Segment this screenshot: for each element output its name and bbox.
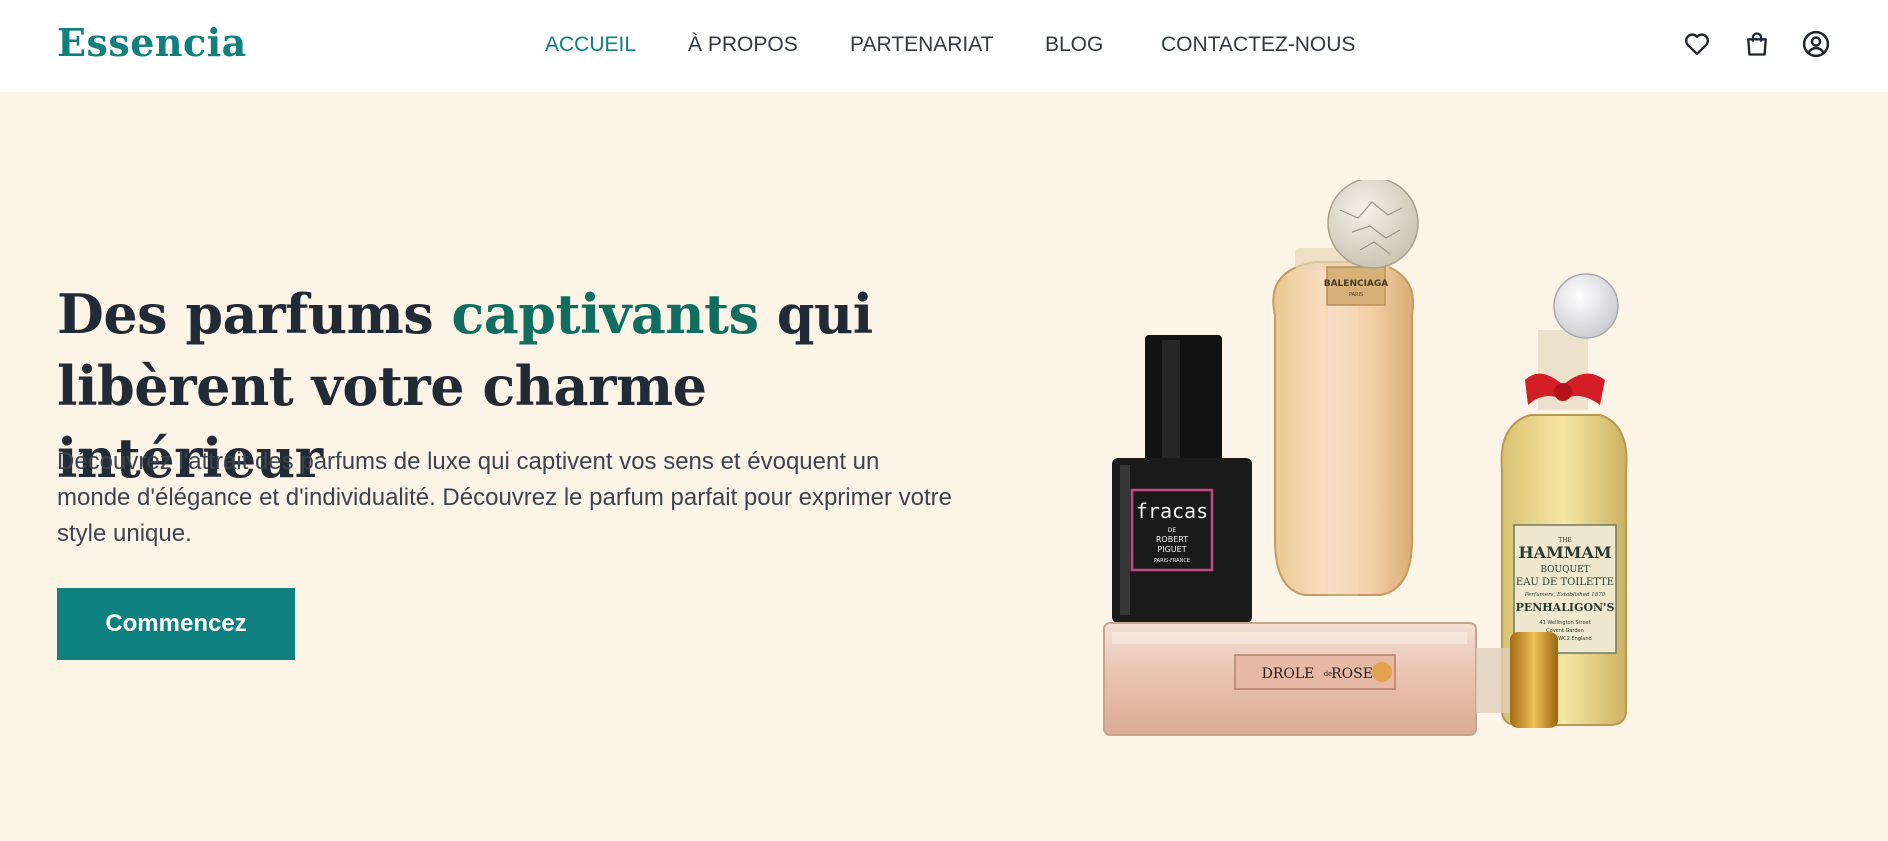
svg-text:PARIS: PARIS xyxy=(1349,292,1363,298)
svg-text:DE: DE xyxy=(1168,527,1177,534)
perfume-bottles-image: BALENCIAGA PARIS fracas DE ROBERT PIGUET… xyxy=(1103,180,1628,736)
svg-text:PARIS-FRANCE: PARIS-FRANCE xyxy=(1154,558,1190,564)
wishlist-button[interactable] xyxy=(1681,28,1713,60)
headline-accent: captivants xyxy=(451,282,759,346)
fracas-bottle: fracas DE ROBERT PIGUET PARIS-FRANCE xyxy=(1112,335,1252,623)
cart-button[interactable] xyxy=(1741,28,1773,60)
get-started-button[interactable]: Commencez xyxy=(57,588,295,660)
svg-text:ROSE: ROSE xyxy=(1331,666,1373,682)
svg-text:PIGUET: PIGUET xyxy=(1157,545,1186,554)
site-header: Essencia ACCUEIL À PROPOS PARTENARIAT BL… xyxy=(0,0,1888,92)
balenciaga-bottle: BALENCIAGA PARIS xyxy=(1272,180,1419,598)
svg-text:ROBERT: ROBERT xyxy=(1156,535,1188,544)
drole-de-rose-bottle: DROLE de ROSE xyxy=(1103,622,1558,736)
nav-item-a-propos[interactable]: À PROPOS xyxy=(688,33,798,57)
svg-text:PENHALIGON'S: PENHALIGON'S xyxy=(1516,601,1615,614)
account-button[interactable] xyxy=(1800,28,1832,60)
nav-item-blog[interactable]: BLOG xyxy=(1045,33,1103,57)
user-icon xyxy=(1802,30,1830,58)
nav-item-accueil[interactable]: ACCUEIL xyxy=(545,33,636,57)
svg-text:BOUQUET: BOUQUET xyxy=(1540,565,1589,575)
svg-text:Perfumers, Established 1870: Perfumers, Established 1870 xyxy=(1524,592,1606,598)
hero-description: Découvrez l'attrait des parfums de luxe … xyxy=(57,448,952,547)
shopping-bag-icon xyxy=(1747,32,1767,56)
svg-text:BALENCIAGA: BALENCIAGA xyxy=(1324,279,1389,289)
headline-text-start: Des parfums xyxy=(57,282,452,346)
svg-text:EAU DE TOILETTE: EAU DE TOILETTE xyxy=(1516,577,1614,588)
nav-item-partenariat[interactable]: PARTENARIAT xyxy=(850,33,994,57)
svg-text:HAMMAM: HAMMAM xyxy=(1518,543,1611,562)
svg-text:41 Wellington Street: 41 Wellington Street xyxy=(1539,620,1590,626)
svg-text:DROLE: DROLE xyxy=(1262,666,1315,682)
main-nav: ACCUEIL À PROPOS PARTENARIAT BLOG CONTAC… xyxy=(0,0,1888,92)
svg-text:fracas: fracas xyxy=(1136,499,1208,523)
heart-icon xyxy=(1685,33,1709,56)
nav-item-contactez-nous[interactable]: CONTACTEZ-NOUS xyxy=(1161,33,1355,57)
